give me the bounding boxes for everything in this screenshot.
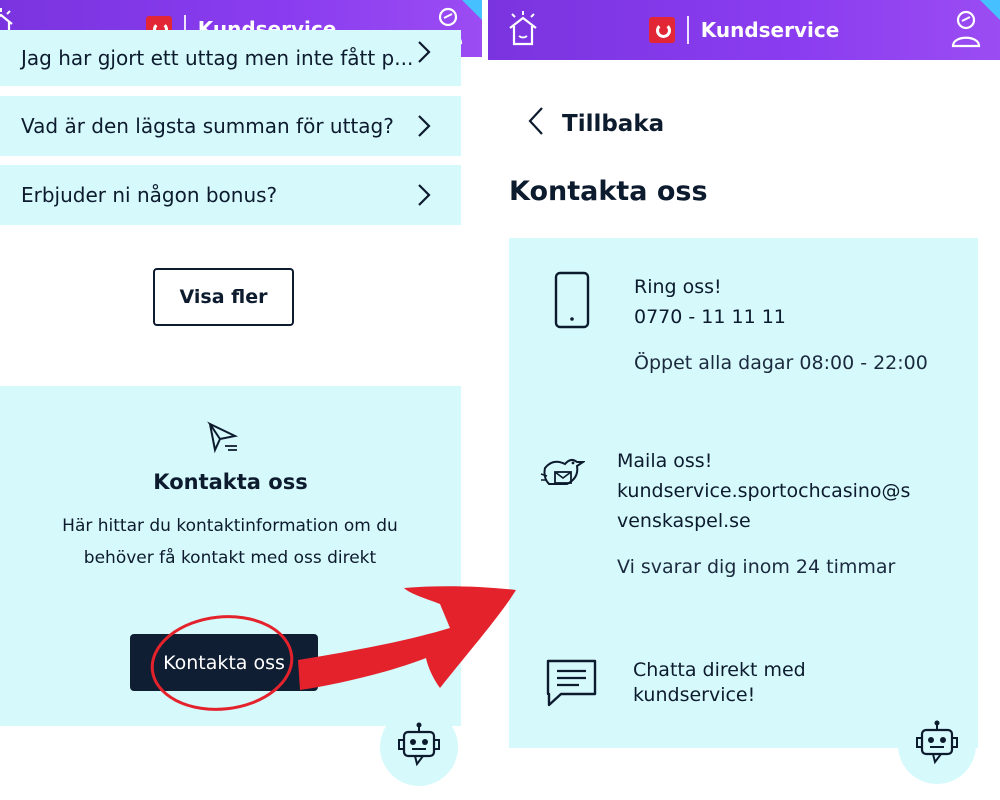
header-title: Kundservice [700,18,840,42]
show-more-button[interactable]: Visa fler [153,268,294,326]
corner-accent [980,0,1000,20]
phone-icon [553,270,591,334]
chevron-right-icon [417,183,431,212]
right-screen: Kundservice Tillbaka Kontakta oss Ring o… [488,0,1000,800]
phone-section: Ring oss! 0770 - 11 11 11 Öppet alla dag… [634,272,928,378]
robot-icon [913,720,961,770]
left-screen: Kundservice Jag har gjort ett uttag men … [0,0,482,800]
contact-description-line: behöver få kontakt med oss direkt [83,548,377,568]
contact-description-line: Här hittar du kontaktinformation om du [62,516,398,536]
email-address[interactable]: kundservice.sportochcasino@s venskaspel.… [617,476,910,536]
chat-line: Chatta direkt med [633,659,806,681]
phone-heading: Ring oss! [634,276,722,298]
phone-hours: Öppet alla dagar 08:00 - 22:00 [634,352,928,374]
brand-divider [686,16,689,44]
corner-accent [462,0,482,20]
robot-icon [395,722,443,772]
user-icon[interactable] [950,8,982,52]
email-address-line: kundservice.sportochcasino@s [617,480,911,502]
chevron-right-icon [417,40,431,69]
email-response-time: Vi svarar dig inom 24 timmar [617,556,896,578]
page-title: Kontakta oss [509,176,708,207]
home-icon[interactable] [506,10,540,54]
email-section: Maila oss! kundservice.sportochcasino@s … [617,446,910,582]
contact-card: Kontakta oss Här hittar du kontaktinform… [0,386,461,726]
faq-item[interactable]: Vad är den lägsta summan för uttag? [0,96,461,156]
faq-item-label: Jag har gjort ett uttag men inte fått p.… [21,46,414,70]
svenska-spel-logo [648,17,675,43]
back-link[interactable]: Tillbaka [528,106,664,142]
chatbot-button[interactable] [380,708,458,786]
chevron-left-icon [528,106,544,142]
contact-title: Kontakta oss [153,470,308,494]
chevron-right-icon [417,114,431,143]
contact-us-button[interactable]: Kontakta oss [130,634,318,691]
chat-icon [545,658,599,712]
email-heading: Maila oss! [617,450,713,472]
faq-item-label: Vad är den lägsta summan för uttag? [21,114,394,138]
faq-item[interactable]: Jag har gjort ett uttag men inte fått p.… [0,30,461,86]
chat-line: kundservice! [633,684,756,706]
phone-number[interactable]: 0770 - 11 11 11 [634,302,928,332]
paper-plane-icon [207,420,241,458]
contact-info-card: Ring oss! 0770 - 11 11 11 Öppet alla dag… [509,238,978,748]
contact-description: Här hittar du kontaktinformation om du b… [40,510,420,574]
bird-mail-icon [539,454,587,498]
faq-item[interactable]: Erbjuder ni någon bonus? [0,165,461,225]
app-header: Kundservice [488,0,1000,60]
brand[interactable]: Kundservice [648,16,840,44]
back-label: Tillbaka [562,111,665,137]
chatbot-button[interactable] [898,706,976,784]
faq-item-label: Erbjuder ni någon bonus? [21,183,278,207]
email-address-line: venskaspel.se [617,510,751,532]
chat-link[interactable]: Chatta direkt med kundservice! [633,658,806,708]
